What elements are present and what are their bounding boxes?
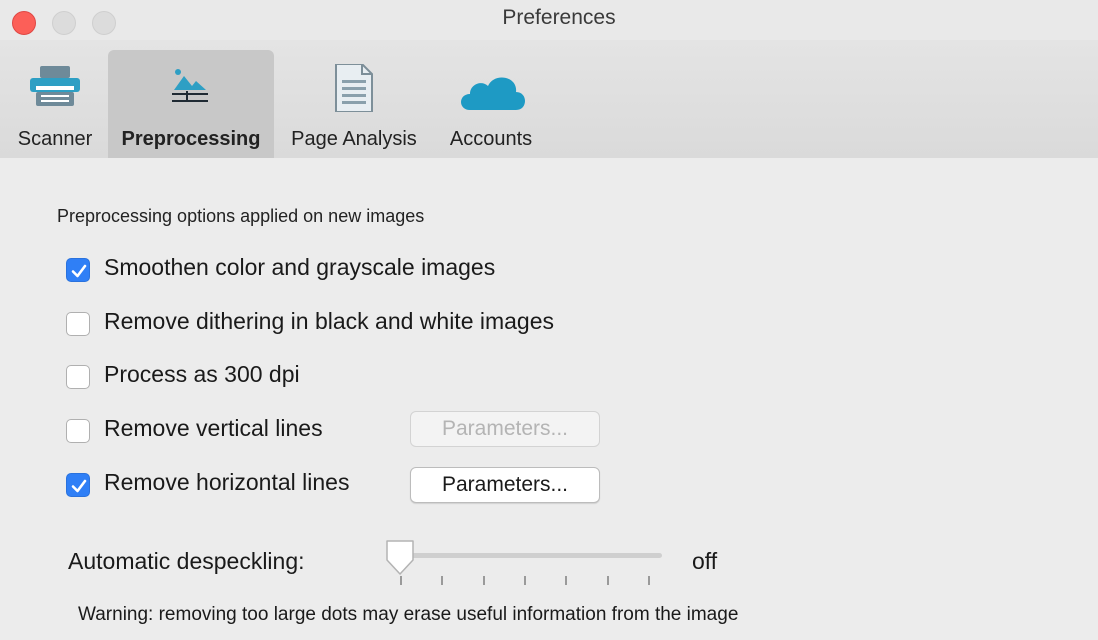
- horizontal-lines-parameters-button[interactable]: Parameters...: [410, 467, 600, 503]
- despeckling-label: Automatic despeckling:: [68, 548, 305, 574]
- vertical-lines-parameters-button: Parameters...: [410, 411, 600, 447]
- smoothen-label: Smoothen color and grayscale images: [104, 254, 496, 280]
- cloud-icon: [434, 64, 548, 112]
- smoothen-checkbox[interactable]: [66, 258, 90, 282]
- despeckling-slider-thumb[interactable]: [384, 538, 416, 578]
- tab-accounts-label: Accounts: [449, 128, 533, 150]
- remove-vertical-lines-checkbox[interactable]: [66, 419, 90, 443]
- despeckling-warning: Warning: removing too large dots may era…: [78, 604, 739, 625]
- preferences-window: Preferences Scanner Preprocessing Page A…: [0, 0, 1098, 640]
- slider-tick: [565, 576, 568, 585]
- tab-scanner[interactable]: Scanner: [4, 50, 106, 158]
- slider-tick: [524, 576, 526, 585]
- slider-tick: [441, 576, 444, 585]
- remove-horizontal-lines-checkbox[interactable]: [66, 473, 90, 497]
- remove-dithering-checkbox[interactable]: [66, 312, 90, 336]
- process-300dpi-label: Process as 300 dpi: [104, 361, 300, 387]
- tab-page-analysis-label: Page Analysis: [291, 128, 417, 150]
- slider-tick: [606, 576, 609, 585]
- despeckling-slider-track[interactable]: [392, 553, 662, 558]
- remove-vertical-lines-label: Remove vertical lines: [104, 415, 323, 441]
- checkmark-icon: [71, 479, 87, 493]
- scanner-icon: [4, 64, 106, 112]
- tab-preprocessing[interactable]: Preprocessing: [108, 50, 274, 158]
- preprocessing-panel: Preprocessing options applied on new ima…: [0, 158, 1098, 640]
- tab-page-analysis[interactable]: Page Analysis: [278, 50, 430, 158]
- tab-scanner-label: Scanner: [17, 128, 93, 150]
- slider-tick: [482, 576, 485, 585]
- window-title: Preferences: [502, 6, 616, 29]
- preprocessing-image-icon: [108, 64, 274, 112]
- document-icon: [278, 63, 430, 113]
- checkmark-icon: [71, 264, 87, 278]
- remove-horizontal-lines-label: Remove horizontal lines: [104, 469, 350, 495]
- title-bar: Preferences: [0, 0, 1098, 40]
- remove-dithering-label: Remove dithering in black and white imag…: [104, 308, 555, 334]
- slider-tick: [648, 576, 650, 585]
- tab-preprocessing-label: Preprocessing: [121, 128, 261, 150]
- despeckling-value: off: [692, 548, 718, 574]
- tab-accounts[interactable]: Accounts: [434, 50, 548, 158]
- section-label: Preprocessing options applied on new ima…: [57, 206, 425, 226]
- process-300dpi-checkbox[interactable]: [66, 365, 90, 389]
